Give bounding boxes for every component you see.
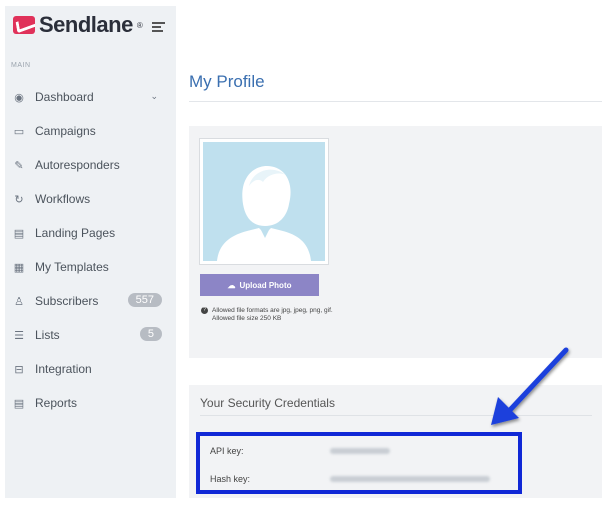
sidebar-item-label: Subscribers (35, 294, 99, 308)
lists-icon: ☰ (14, 329, 24, 342)
sidebar-item-lists[interactable]: ☰ Lists 5 (5, 318, 176, 352)
section-label: MAIN (11, 62, 31, 69)
campaigns-icon: ▭ (13, 125, 25, 138)
security-credentials-title: Your Security Credentials (200, 396, 335, 410)
sidebar-item-label: Campaigns (35, 124, 96, 138)
credentials-highlight-box: API key: Hash key: (196, 432, 522, 494)
cloud-upload-icon: ☁ (227, 280, 236, 290)
brand-logo[interactable]: Sendlane ® (13, 10, 143, 40)
sidebar-item-label: Workflows (35, 192, 91, 206)
brand-name: Sendlane (39, 12, 133, 37)
sidebar-nav: ◉ Dashboard ⌄ ▭ Campaigns ✎ Autoresponde… (5, 80, 176, 420)
default-person-icon (203, 142, 325, 261)
lists-count-badge: 5 (139, 327, 162, 341)
sidebar-item-label: Reports (35, 396, 78, 410)
sidebar-item-subscribers[interactable]: ♙ Subscribers 557 (5, 284, 176, 318)
api-key-label: API key: (210, 446, 244, 456)
integration-icon: ⊟ (14, 363, 24, 376)
help-question-icon: ? (201, 307, 208, 314)
upload-photo-button[interactable]: ☁ Upload Photo (200, 274, 319, 296)
workflows-icon: ↻ (14, 193, 24, 206)
dashboard-icon: ◉ (14, 91, 24, 104)
profile-photo-card: ☁ Upload Photo ? Allowed file formats are… (189, 126, 602, 358)
trademark: ® (136, 20, 143, 30)
upload-photo-label: Upload Photo (239, 280, 292, 290)
sidebar-item-label: Dashboard (35, 90, 94, 104)
chevron-down-icon[interactable]: ⌄ (150, 91, 158, 102)
sidebar-item-label: Lists (35, 328, 60, 342)
sidebar-item-my-templates[interactable]: ▦ My Templates (5, 250, 176, 284)
page-title: My Profile (189, 72, 265, 91)
sidebar-item-integration[interactable]: ⊟ Integration (5, 352, 176, 386)
landing-pages-icon: ▤ (13, 227, 25, 240)
subscribers-count-badge: 557 (127, 293, 162, 307)
sidebar-item-reports[interactable]: ▤ Reports (5, 386, 176, 420)
security-credentials-card: Your Security Credentials API key: Hash … (189, 385, 602, 498)
collapse-sidebar-icon[interactable] (152, 22, 165, 34)
sidebar-item-autoresponders[interactable]: ✎ Autoresponders (5, 148, 176, 182)
sidebar-item-landing-pages[interactable]: ▤ Landing Pages (5, 216, 176, 250)
note-formats: Allowed file formats are jpg, jpeg, png,… (212, 307, 333, 315)
sidebar: Sendlane ® MAIN ◉ Dashboard ⌄ ▭ Campaign… (5, 6, 176, 498)
card-divider (200, 415, 592, 416)
profile-avatar (199, 138, 329, 265)
sidebar-item-dashboard[interactable]: ◉ Dashboard ⌄ (5, 80, 176, 114)
sidebar-item-workflows[interactable]: ↻ Workflows (5, 182, 176, 216)
sendlane-logo-icon (13, 16, 35, 34)
templates-icon: ▦ (13, 261, 25, 274)
sidebar-item-campaigns[interactable]: ▭ Campaigns (5, 114, 176, 148)
upload-help-note: ? Allowed file formats are jpg, jpeg, png… (201, 307, 333, 323)
subscribers-icon: ♙ (14, 295, 24, 308)
hash-key-value-redacted[interactable] (330, 476, 490, 482)
sidebar-item-label: Integration (35, 362, 92, 376)
reports-icon: ▤ (13, 397, 25, 410)
hash-key-label: Hash key: (210, 474, 251, 484)
sidebar-item-label: Autoresponders (35, 158, 120, 172)
sidebar-item-label: My Templates (35, 260, 109, 274)
note-size: Allowed file size 250 KB (212, 315, 282, 323)
title-divider (189, 101, 602, 102)
sidebar-item-label: Landing Pages (35, 226, 116, 240)
autoresponders-icon: ✎ (14, 159, 24, 172)
api-key-value-redacted[interactable] (330, 448, 390, 454)
avatar-placeholder-icon (203, 142, 325, 261)
